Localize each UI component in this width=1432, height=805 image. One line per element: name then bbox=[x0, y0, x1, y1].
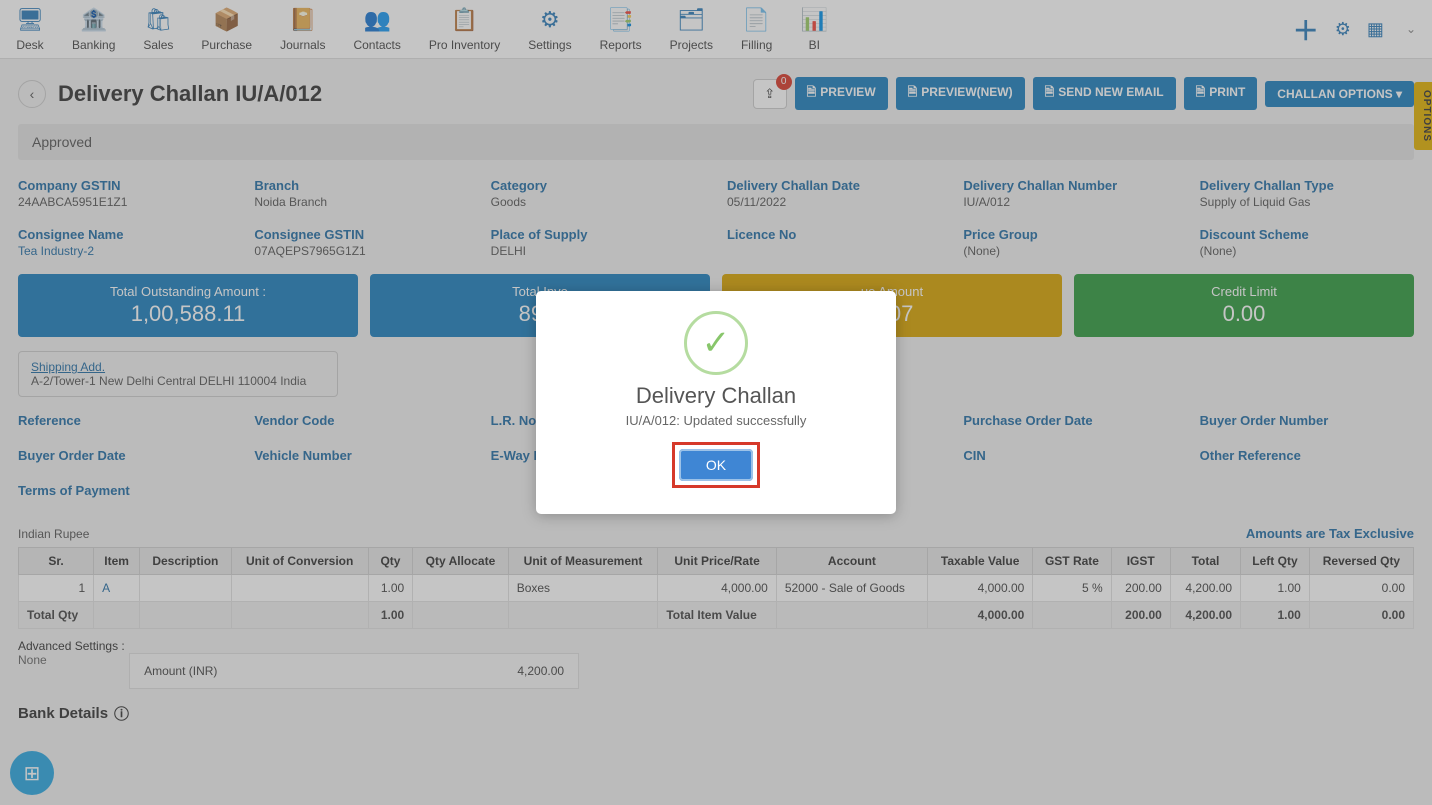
modal-title: Delivery Challan bbox=[560, 383, 872, 409]
check-circle-icon: ✓ bbox=[684, 311, 748, 375]
modal-overlay: ✓ Delivery Challan IU/A/012: Updated suc… bbox=[0, 0, 1432, 805]
success-modal: ✓ Delivery Challan IU/A/012: Updated suc… bbox=[536, 291, 896, 514]
modal-ok-highlight: OK bbox=[672, 442, 760, 488]
modal-ok-button[interactable]: OK bbox=[679, 449, 753, 481]
modal-message: IU/A/012: Updated successfully bbox=[560, 413, 872, 428]
